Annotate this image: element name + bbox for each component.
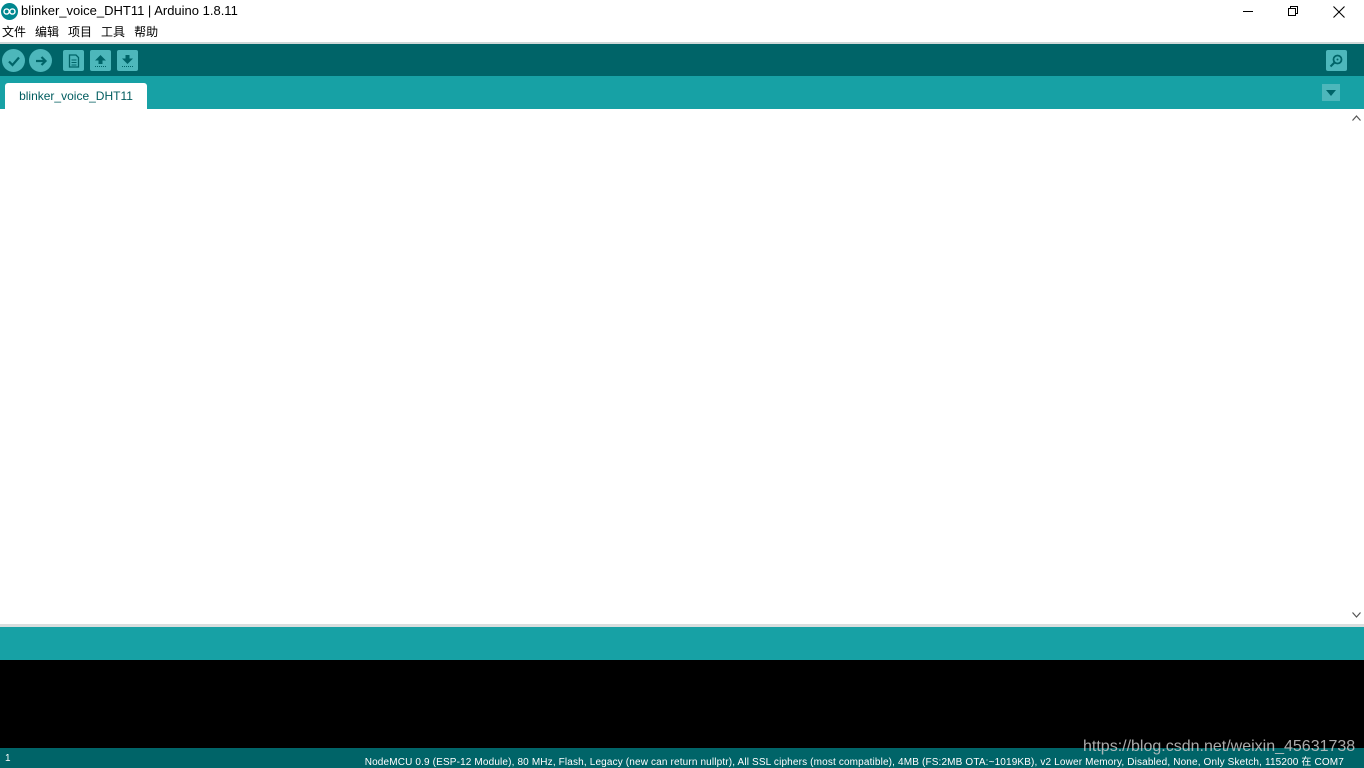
menu-sketch[interactable]: 项目: [68, 23, 92, 42]
serial-monitor-button[interactable]: [1326, 50, 1347, 71]
restore-button[interactable]: [1270, 0, 1316, 23]
new-icon: [68, 53, 79, 68]
chevron-up-icon: [1351, 115, 1361, 121]
title-bar: blinker_voice_DHT11 | Arduino 1.8.11: [0, 0, 1364, 23]
toolbar: [0, 44, 1364, 76]
verify-button[interactable]: [2, 49, 25, 72]
minimize-button[interactable]: [1225, 0, 1271, 23]
watermark: https://blog.csdn.net/weixin_45631738: [1083, 738, 1356, 755]
tab-sketch[interactable]: blinker_voice_DHT11: [5, 83, 147, 109]
open-icon: [95, 54, 106, 67]
scroll-up-button[interactable]: [1348, 112, 1364, 124]
upload-button[interactable]: [29, 49, 52, 72]
scroll-down-button[interactable]: [1348, 609, 1364, 621]
close-button[interactable]: [1316, 0, 1362, 23]
serial-monitor-icon: [1329, 54, 1343, 68]
message-bar: [0, 627, 1364, 660]
menu-file[interactable]: 文件: [2, 23, 26, 42]
open-button[interactable]: [90, 50, 111, 71]
minimize-icon: [1242, 11, 1253, 12]
save-icon: [122, 54, 133, 67]
editor-scrollbar[interactable]: [1348, 109, 1364, 624]
new-button[interactable]: [63, 50, 84, 71]
tab-menu-button[interactable]: [1322, 84, 1340, 101]
restore-icon: [1287, 6, 1298, 16]
tab-label: blinker_voice_DHT11: [19, 89, 133, 103]
output-console[interactable]: [0, 660, 1364, 748]
save-button[interactable]: [117, 50, 138, 71]
line-number: 1: [5, 753, 11, 764]
menu-edit[interactable]: 编辑: [35, 23, 59, 42]
close-icon: [1333, 5, 1345, 18]
menu-help[interactable]: 帮助: [134, 23, 158, 42]
code-editor[interactable]: [0, 109, 1348, 624]
menu-tools[interactable]: 工具: [101, 23, 125, 42]
chevron-down-icon: [1326, 89, 1336, 96]
arduino-logo-icon: [1, 3, 18, 20]
window-title: blinker_voice_DHT11 | Arduino 1.8.11: [21, 3, 238, 18]
chevron-down-icon: [1351, 612, 1361, 618]
tab-strip: blinker_voice_DHT11: [0, 76, 1364, 109]
verify-icon: [7, 56, 20, 67]
upload-icon: [35, 55, 47, 66]
menu-bar: 文件 编辑 项目 工具 帮助: [0, 23, 1364, 42]
